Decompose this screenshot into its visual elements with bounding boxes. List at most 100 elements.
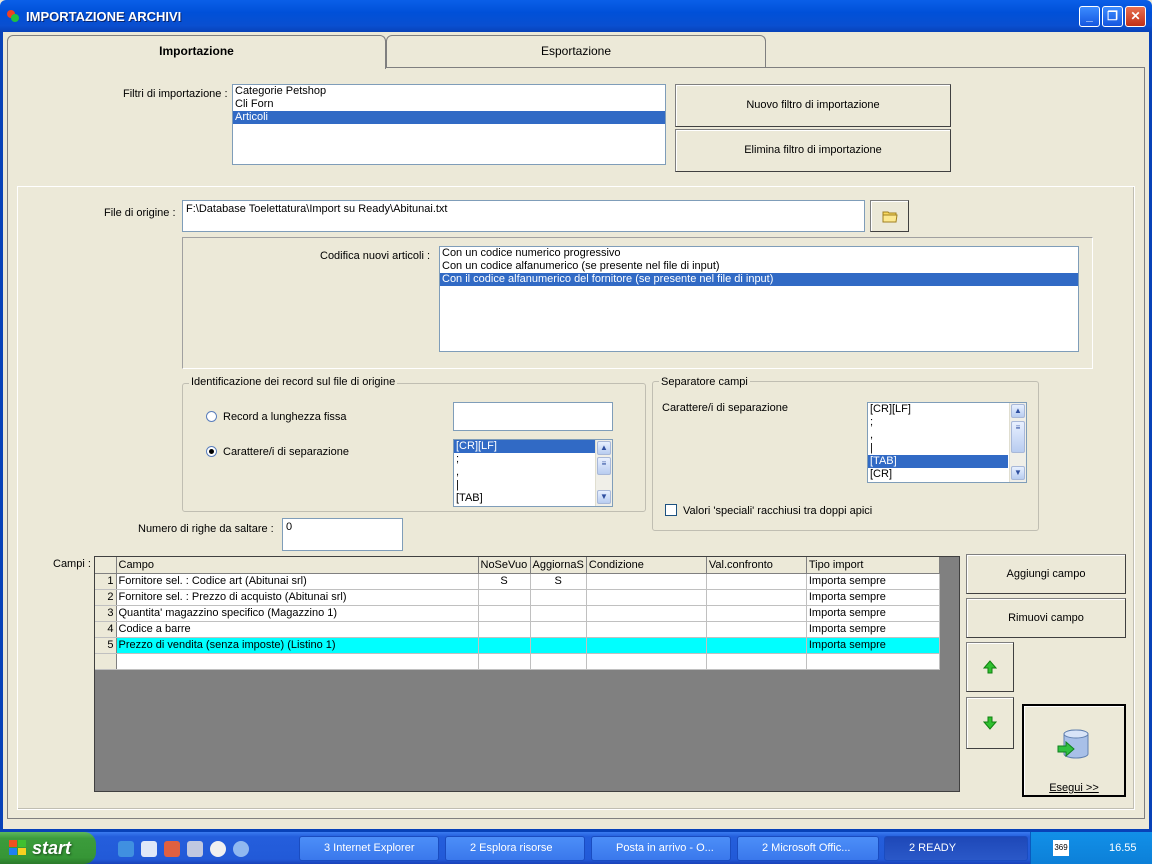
cell-nosevuo[interactable] [478,653,531,670]
ie-quicklaunch-icon[interactable] [118,841,134,857]
table-row[interactable]: 2 Fornitore sel. : Prezzo di acquisto (A… [95,589,940,606]
cell-condizione[interactable] [586,605,707,622]
maximize-button[interactable]: ❐ [1102,6,1123,27]
source-file-input[interactable]: F:\Database Toelettatura\Import su Ready… [182,200,865,232]
cell-valconfronto[interactable] [706,573,807,590]
column-header[interactable]: AggiornaS [530,557,587,574]
taskbar-item-ready[interactable]: 2 READY [884,836,1028,861]
column-header[interactable]: Condizione [586,557,707,574]
scroll-thumb[interactable]: ≡ [597,457,611,475]
record-separator-list[interactable]: [CR][LF] ; , | [TAB] ▲ ≡ ▼ [453,439,613,507]
column-header[interactable] [95,557,117,574]
cell-aggiorna[interactable]: S [530,573,587,590]
cell-nosevuo[interactable] [478,589,531,606]
separator-item[interactable]: [CR][LF] [868,403,1026,416]
cell-condizione[interactable] [586,589,707,606]
fields-table[interactable]: Campo NoSeVuo AggiornaS Condizione Val.c… [95,557,940,670]
separator-item[interactable]: ; [868,416,1026,429]
remove-field-button[interactable]: Rimuovi campo [966,598,1126,638]
taskbar-item-ie[interactable]: 3 Internet Explorer [299,836,439,861]
cell-aggiorna[interactable] [530,621,587,638]
cell-nosevuo[interactable]: S [478,573,531,590]
cell-nosevuo[interactable] [478,637,531,654]
coding-item[interactable]: Con un codice numerico progressivo [440,247,1078,260]
cell-valconfronto[interactable] [706,605,807,622]
taskbar-item-mail[interactable]: Posta in arrivo - O... [591,836,731,861]
cell-condizione[interactable] [586,637,707,654]
cell-campo[interactable]: Prezzo di vendita (senza imposte) (Listi… [116,637,479,654]
tab-importazione[interactable]: Importazione [7,35,386,69]
cell-campo[interactable] [116,653,479,670]
column-header[interactable]: Tipo import [806,557,940,574]
table-row[interactable]: 1 Fornitore sel. : Codice art (Abitunai … [95,573,940,590]
scroll-down-icon[interactable]: ▼ [1011,466,1025,480]
cell-valconfronto[interactable] [706,637,807,654]
cell-tipo[interactable]: Importa sempre [806,621,940,638]
coding-list[interactable]: Con un codice numerico progressivo Con u… [439,246,1079,352]
title-bar[interactable]: IMPORTAZIONE ARCHIVI _ ❐ ✕ [0,0,1152,32]
scroll-thumb[interactable]: ≡ [1011,421,1025,453]
cell-tipo[interactable] [806,653,940,670]
separator-item[interactable]: [TAB] [454,492,612,505]
separator-radio[interactable] [206,446,217,457]
cell-condizione[interactable] [586,573,707,590]
cell-campo[interactable]: Quantita' magazzino specifico (Magazzino… [116,605,479,622]
filter-item[interactable]: Categorie Petshop [233,85,665,98]
fixed-length-radio[interactable] [206,411,217,422]
fields-grid[interactable]: Campo NoSeVuo AggiornaS Condizione Val.c… [94,556,960,792]
app-quicklaunch-icon[interactable] [164,841,180,857]
cell-tipo[interactable]: Importa sempre [806,573,940,590]
separator-item[interactable]: | [868,442,1026,455]
column-header[interactable]: Campo [116,557,479,574]
cell-valconfronto[interactable] [706,621,807,638]
cell-campo[interactable]: Fornitore sel. : Codice art (Abitunai sr… [116,573,479,590]
scroll-up-icon[interactable]: ▲ [1011,404,1025,418]
cell-condizione[interactable] [586,621,707,638]
separator-item-selected[interactable]: [TAB] [868,455,1008,468]
table-row-new[interactable] [95,653,940,670]
separator-item[interactable]: | [454,479,612,492]
cell-tipo[interactable]: Importa sempre [806,605,940,622]
column-header[interactable]: NoSeVuo [478,557,531,574]
tray-badge[interactable]: 369 [1053,840,1069,856]
coding-item[interactable]: Con un codice alfanumerico (se presente … [440,260,1078,273]
cell-aggiorna[interactable] [530,589,587,606]
cell-tipo[interactable]: Importa sempre [806,637,940,654]
browse-button[interactable] [870,200,909,232]
scroll-down-icon[interactable]: ▼ [597,490,611,504]
cell-aggiorna[interactable] [530,653,587,670]
taskbar-item-explorer[interactable]: 2 Esplora risorse [445,836,585,861]
field-separator-list[interactable]: [CR][LF] ; , | [TAB] [CR] ▲ ≡ ▼ [867,402,1027,483]
quotes-checkbox[interactable] [665,504,677,516]
separator-item[interactable]: [CR] [868,468,1026,481]
move-up-button[interactable] [966,642,1014,692]
close-button[interactable]: ✕ [1125,6,1146,27]
table-row-selected[interactable]: 5 Prezzo di vendita (senza imposte) (Lis… [95,637,940,654]
cell-condizione[interactable] [586,653,707,670]
skip-rows-input[interactable]: 0 [282,518,403,551]
cell-aggiorna[interactable] [530,637,587,654]
scrollbar[interactable]: ▲ ≡ ▼ [595,440,612,506]
cell-nosevuo[interactable] [478,621,531,638]
cell-tipo[interactable]: Importa sempre [806,589,940,606]
separator-item-selected[interactable]: [CR][LF] [454,440,596,453]
media-quicklaunch-icon[interactable] [210,841,226,857]
run-button[interactable]: Esegui >> [1022,704,1126,797]
scrollbar[interactable]: ▲ ≡ ▼ [1009,403,1026,482]
new-filter-button[interactable]: Nuovo filtro di importazione [675,84,951,127]
separator-item[interactable]: ; [454,453,612,466]
minimize-button[interactable]: _ [1079,6,1100,27]
fixed-length-input[interactable] [453,402,613,431]
filter-item[interactable]: Cli Forn [233,98,665,111]
app2-quicklaunch-icon[interactable] [187,841,203,857]
table-row[interactable]: 4 Codice a barre Importa sempre [95,621,940,638]
start-button[interactable]: start [0,832,96,864]
filter-item-selected[interactable]: Articoli [233,111,665,124]
separator-item[interactable]: , [868,429,1026,442]
coding-item-selected[interactable]: Con il codice alfanumerico del fornitore… [440,273,1078,286]
taskbar-item-office[interactable]: 2 Microsoft Offic... [737,836,879,861]
table-row[interactable]: 3 Quantita' magazzino specifico (Magazzi… [95,605,940,622]
scroll-up-icon[interactable]: ▲ [597,441,611,455]
clock[interactable]: 16.55 [1109,832,1137,864]
desktop-quicklaunch-icon[interactable] [141,841,157,857]
